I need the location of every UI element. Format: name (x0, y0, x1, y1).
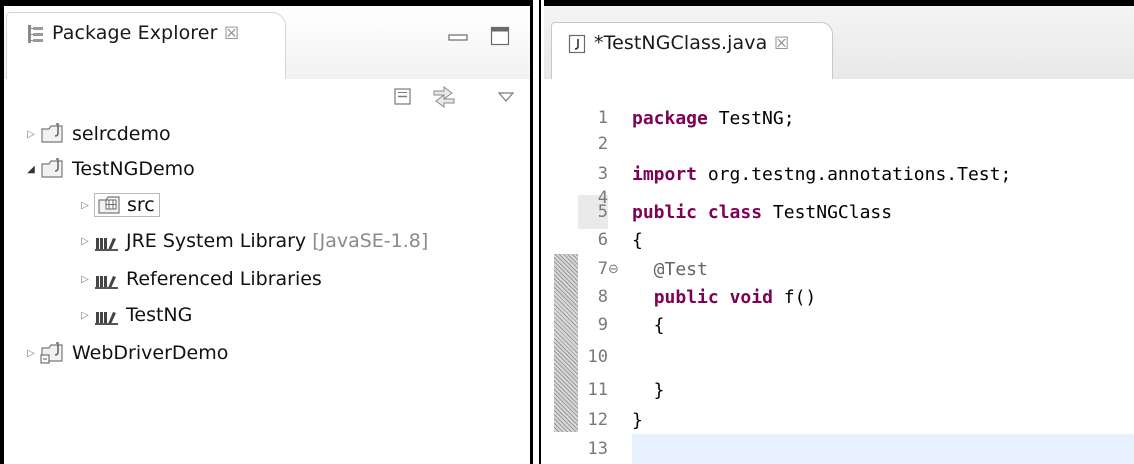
code-line[interactable]: 8 public void f() (580, 282, 817, 312)
view-menu-icon[interactable] (497, 88, 515, 107)
tree-item-selrcdemo[interactable]: ▷ selrcdemo (22, 117, 171, 151)
line-number: 12 (587, 410, 608, 430)
code-line[interactable]: 2 (580, 129, 632, 159)
code-text: import org.testng.annotations.Test; (632, 163, 1012, 185)
code-text: } (632, 379, 665, 401)
code-line[interactable]: 11 } (580, 375, 665, 405)
tree-item-label: selrcdemo (72, 123, 171, 145)
expand-arrow-icon[interactable]: ▷ (22, 129, 40, 140)
collapse-arrow-icon[interactable]: ◢ (22, 164, 40, 175)
code-line[interactable]: 3 import org.testng.annotations.Test; (580, 159, 1012, 189)
selected-item-box: src (94, 193, 160, 217)
window-border-left (0, 0, 4, 464)
library-icon (94, 304, 120, 326)
code-line[interactable]: 6 { (580, 225, 643, 255)
line-number: 5 (597, 202, 608, 222)
tree-item-label: Referenced Libraries (126, 268, 322, 290)
expand-arrow-icon[interactable]: ▷ (76, 200, 94, 211)
code-text: public void f() (653, 286, 817, 308)
editor-tab-title: *TestNGClass.java (594, 32, 768, 54)
line-number: 13 (587, 439, 608, 459)
expand-arrow-icon[interactable]: ▷ (22, 348, 40, 359)
code-text: { (632, 314, 665, 336)
line-number: 2 (597, 134, 608, 154)
change-ruler (554, 254, 578, 432)
expand-arrow-icon[interactable]: ▷ (76, 310, 94, 321)
tree-item-src[interactable]: ▷ src (76, 188, 160, 222)
java-project-icon (40, 158, 66, 180)
source-folder-icon (97, 194, 123, 216)
java-project-icon (40, 123, 66, 145)
expand-arrow-icon[interactable]: ▷ (76, 236, 94, 247)
fold-toggle-icon[interactable]: ⊖ (608, 262, 628, 277)
minimize-icon[interactable] (448, 28, 468, 47)
line-number: 1 (597, 108, 608, 128)
tree-item-referenced-libraries[interactable]: ▷ Referenced Libraries (76, 262, 322, 296)
tree-item-label: WebDriverDemo (72, 342, 229, 364)
tree-item-decoration: [JavaSE-1.8] (312, 230, 429, 252)
java-project-icon (40, 342, 66, 364)
tree-item-label: TestNG (126, 304, 193, 326)
collapse-all-icon[interactable] (392, 86, 414, 112)
line-number: 10 (587, 347, 608, 367)
library-icon (94, 268, 120, 290)
tree-item-webdriverdemo[interactable]: ▷ WebDriverDemo (22, 336, 228, 370)
tree-item-label: JRE System Library (126, 230, 307, 252)
tree-item-label: TestNGDemo (72, 158, 195, 180)
code-text: { (632, 229, 643, 251)
package-explorer-icon (26, 24, 46, 44)
package-explorer-title: Package Explorer (52, 22, 218, 44)
code-line[interactable]: 5 public class TestNGClass (580, 197, 892, 227)
line-number: 8 (597, 287, 608, 307)
line-number: 9 (597, 315, 608, 335)
current-line-highlight (632, 434, 1134, 464)
close-editor-icon[interactable]: ☒ (774, 34, 789, 54)
code-line[interactable]: 12 } (580, 405, 643, 435)
line-number: 7 (597, 259, 608, 279)
code-text: } (632, 409, 643, 431)
pane-divider[interactable] (530, 0, 544, 464)
code-line[interactable]: 13 (580, 434, 632, 464)
line-number: 3 (597, 164, 608, 184)
code-text: public class TestNGClass (632, 201, 893, 223)
link-with-editor-icon[interactable] (430, 82, 458, 114)
java-file-icon (568, 34, 586, 58)
tree-item-jre-system-library[interactable]: ▷ JRE System Library [JavaSE-1.8] (76, 224, 428, 258)
tree-item-testngdemo[interactable]: ◢ TestNGDemo (22, 152, 195, 186)
code-line[interactable]: 10 (580, 342, 632, 372)
code-text: @Test (632, 258, 708, 280)
expand-arrow-icon[interactable]: ▷ (76, 274, 94, 285)
line-number: 6 (597, 230, 608, 250)
tree-item-testng[interactable]: ▷ TestNG (76, 298, 192, 332)
code-line[interactable]: 9 { (580, 310, 665, 340)
library-icon (94, 230, 120, 252)
ide-window: Package Explorer ☒ ▷ selrcdemo ◢ TestNGD… (0, 0, 1134, 464)
close-package-explorer-icon[interactable]: ☒ (224, 24, 239, 44)
window-border-top (0, 0, 1134, 6)
tree-item-label: src (127, 194, 155, 216)
line-number: 11 (587, 380, 608, 400)
maximize-icon[interactable] (490, 26, 510, 50)
code-line[interactable]: 7 ⊖ @Test (580, 254, 708, 284)
code-text: package TestNG; (632, 107, 795, 129)
